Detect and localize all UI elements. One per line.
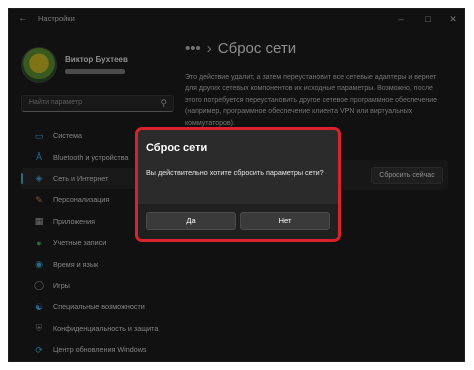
dialog-title: Сброс сети xyxy=(146,142,208,154)
dialog-message: Вы действительно хотите сбросить парамет… xyxy=(146,168,324,177)
dialog-footer: Да Нет xyxy=(138,204,338,239)
no-button[interactable]: Нет xyxy=(240,212,330,230)
yes-button[interactable]: Да xyxy=(146,212,236,230)
reset-confirm-dialog: Сброс сети Вы действительно хотите сброс… xyxy=(135,127,341,242)
